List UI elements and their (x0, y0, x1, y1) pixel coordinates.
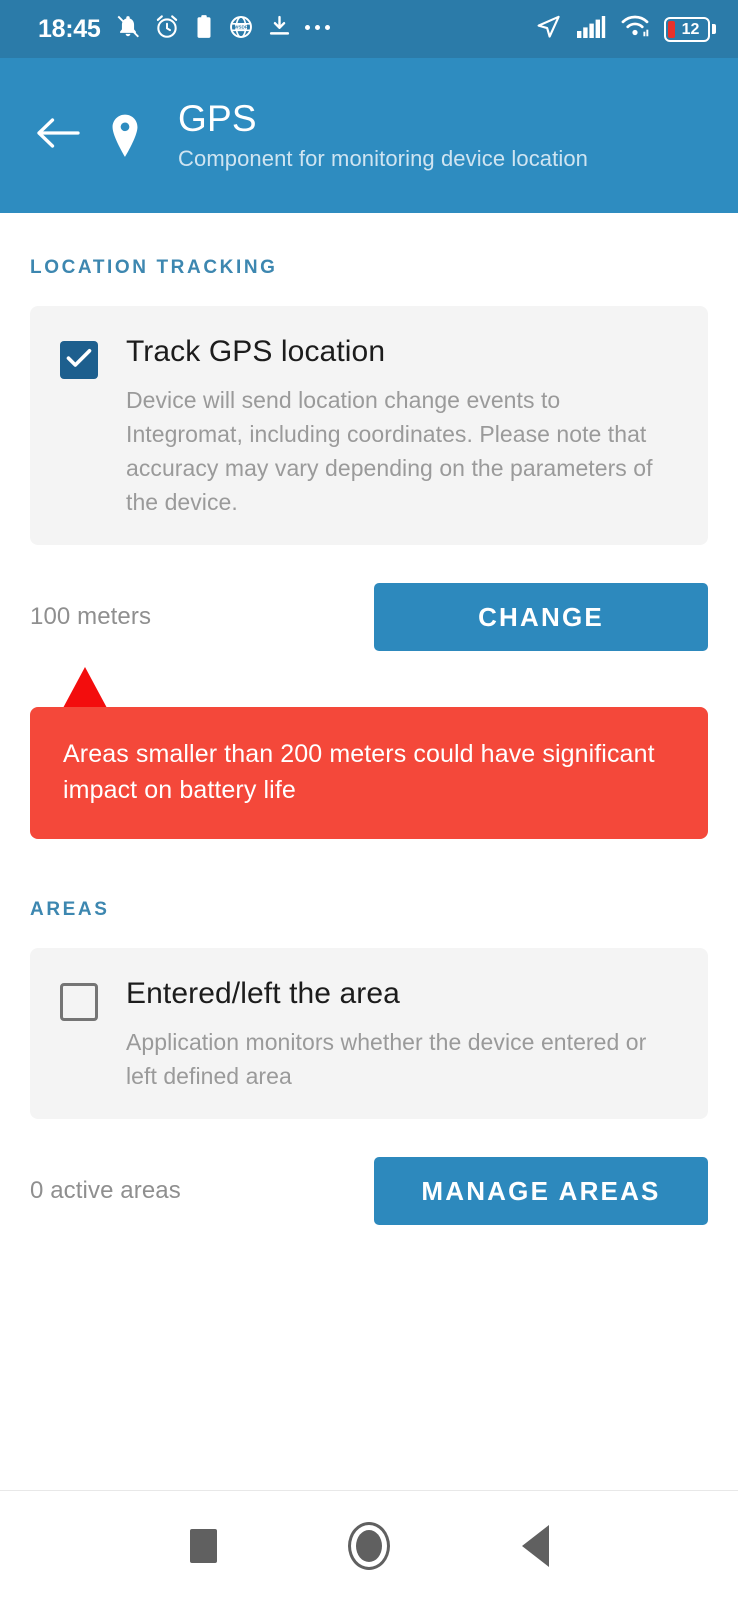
battery-level-label: 12 (681, 20, 700, 38)
globe-wsdp-icon: WSDP (228, 14, 254, 45)
status-clock: 18:45 (38, 14, 101, 43)
entered-left-area-title: Entered/left the area (126, 977, 400, 1010)
track-gps-location-texts: Track GPS location Device will send loca… (126, 334, 678, 519)
section-label-location-tracking: LOCATION TRACKING (30, 257, 278, 278)
svg-text:WSDP: WSDP (234, 24, 248, 29)
tooltip-arrow-icon (63, 667, 107, 708)
entered-left-area-texts: Entered/left the area Application monito… (126, 976, 678, 1093)
clipboard-icon (193, 14, 215, 45)
alarm-clock-icon (154, 14, 180, 45)
track-gps-location-card[interactable]: Track GPS location Device will send loca… (30, 306, 708, 545)
home-circle-icon (348, 1521, 390, 1570)
track-gps-location-title: Track GPS location (126, 335, 386, 368)
change-radius-button[interactable]: CHANGE (374, 583, 708, 651)
active-areas-label: 0 active areas (30, 1177, 181, 1204)
map-pin-icon (98, 108, 152, 164)
app-root: 18:45 WSDP 12 GPS Component for monitori… (0, 0, 738, 1600)
page-title: GPS (178, 97, 257, 139)
battery-warning-tooltip: Areas smaller than 200 meters could have… (30, 667, 708, 839)
track-gps-location-checkbox[interactable] (60, 341, 98, 379)
back-triangle-icon (521, 1524, 549, 1567)
status-bar-left: 18:45 WSDP (38, 14, 331, 45)
more-dots-icon (305, 25, 331, 33)
status-bar: 18:45 WSDP 12 (0, 0, 738, 58)
app-header: GPS Component for monitoring device loca… (0, 58, 738, 213)
header-text-group: GPS Component for monitoring device loca… (178, 98, 588, 174)
back-button[interactable] (30, 108, 86, 164)
navigation-arrow-icon (535, 13, 562, 45)
battery-warning-text: Areas smaller than 200 meters could have… (63, 740, 655, 804)
recents-button[interactable] (163, 1506, 243, 1586)
page-subtitle: Component for monitoring device location (178, 145, 589, 171)
recents-square-icon (189, 1528, 217, 1563)
battery-status-icon: 12 (664, 16, 716, 42)
radius-value-label: 100 meters (30, 603, 152, 630)
wifi-icon (620, 14, 650, 44)
manage-areas-button[interactable]: MANAGE AREAS (374, 1157, 708, 1225)
entered-left-area-card[interactable]: Entered/left the area Application monito… (30, 948, 708, 1119)
download-icon (267, 14, 292, 44)
bell-muted-icon (115, 14, 141, 45)
content-area: LOCATION TRACKING Track GPS location Dev… (0, 213, 738, 1490)
status-bar-right: 12 (535, 13, 716, 45)
entered-left-area-description: Application monitors whether the device … (126, 1029, 647, 1089)
back-nav-button[interactable] (495, 1506, 575, 1586)
battery-warning-box: Areas smaller than 200 meters could have… (30, 707, 708, 839)
section-label-areas: AREAS (30, 899, 110, 920)
entered-left-area-checkbox[interactable] (60, 983, 98, 1021)
cellular-signal-icon (576, 15, 606, 44)
radius-action-row: 100 meters CHANGE (30, 583, 708, 651)
arrow-left-icon (35, 116, 81, 155)
android-navigation-bar (0, 1490, 738, 1600)
checkmark-icon (66, 348, 92, 373)
track-gps-location-description: Device will send location change events … (126, 387, 653, 515)
areas-action-row: 0 active areas MANAGE AREAS (30, 1157, 708, 1225)
home-button[interactable] (329, 1506, 409, 1586)
